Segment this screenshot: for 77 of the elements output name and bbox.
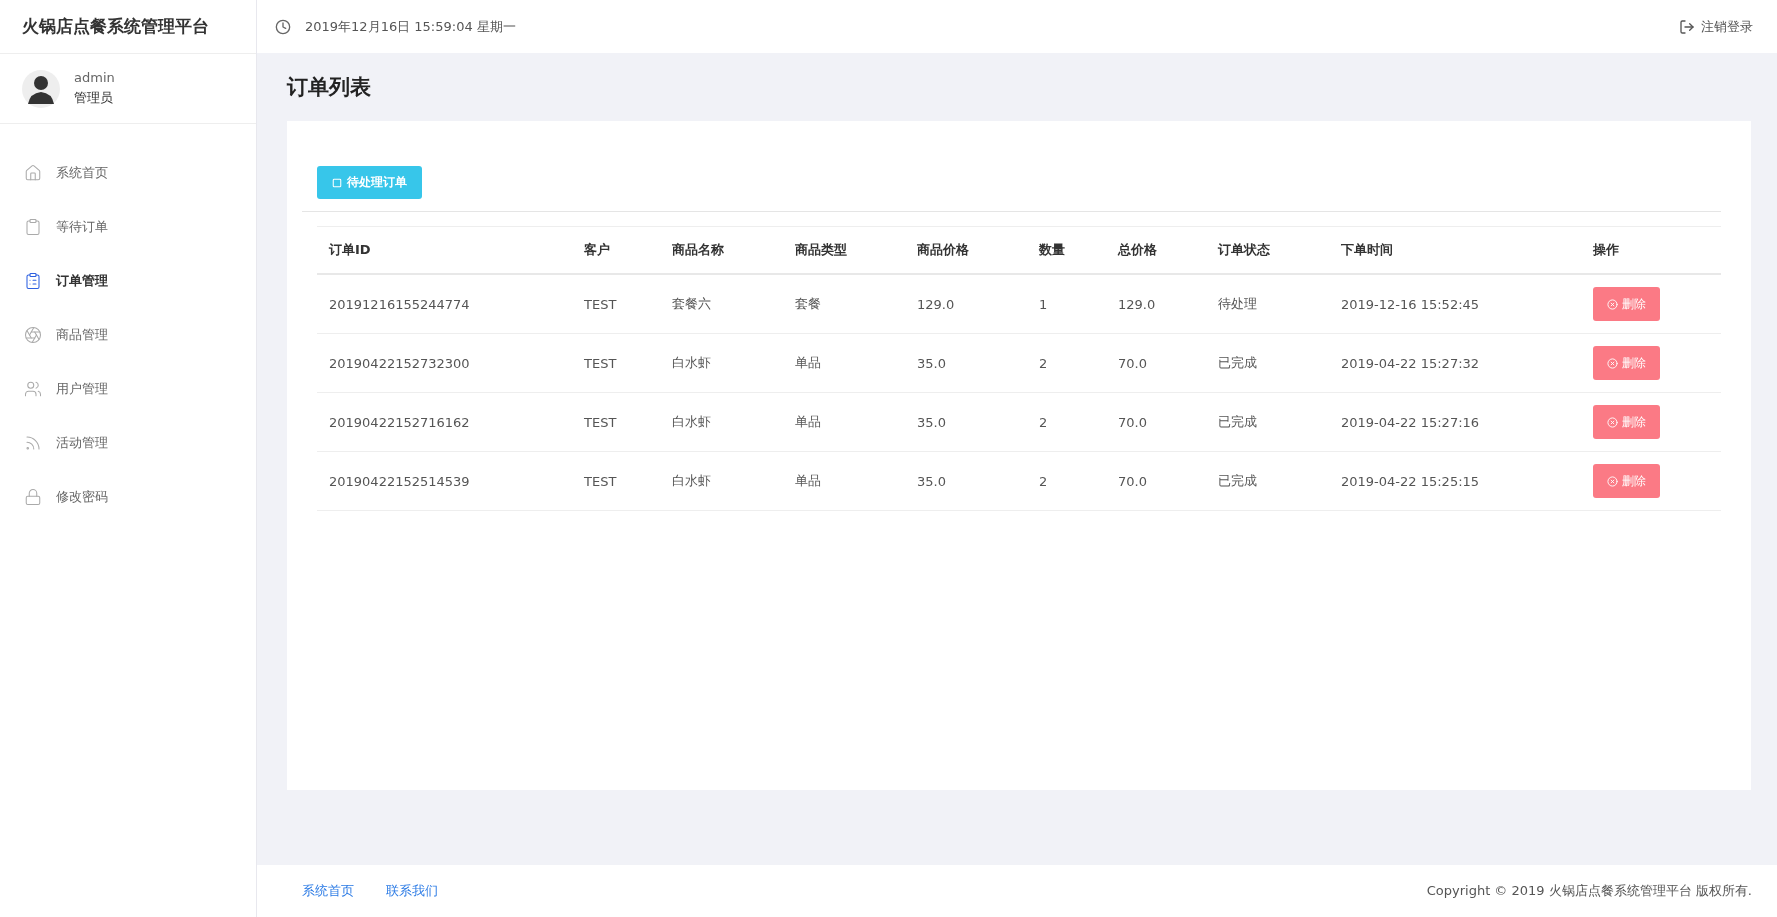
users-icon: [24, 380, 42, 398]
table-cell-text: 70.0: [1117, 414, 1148, 430]
table-cell-text: 2: [1038, 414, 1049, 430]
table-cell-text: 2019-12-16 15:52:45: [1340, 296, 1481, 312]
avatar-icon: [22, 69, 60, 108]
close-circle-icon: [1607, 357, 1618, 369]
page-title: 订单列表: [287, 74, 372, 101]
table-cell-text: 129.0: [1117, 296, 1157, 312]
table-cell-text: 单品: [794, 413, 822, 431]
rss-icon: [24, 434, 42, 452]
table-cell-text: 白水虾: [671, 472, 712, 490]
app-title: 火锅店点餐系统管理平台: [0, 0, 256, 54]
table-cell-text: 20191216155244774: [328, 296, 471, 312]
table-cell-text: 套餐六: [671, 295, 712, 313]
table-cell-text: 70.0: [1117, 355, 1148, 371]
table-cell-text: TEST: [583, 414, 618, 430]
table-cell-text: 2019-04-22 15:27:32: [1340, 355, 1481, 371]
table-cell-text: 白水虾: [671, 413, 712, 431]
table-cell-text: 白水虾: [671, 354, 712, 372]
lock-icon: [24, 488, 42, 506]
column-header: 总价格: [1116, 241, 1158, 259]
user-role: 管理员: [74, 89, 114, 107]
table-cell-text: 20190422152732300: [328, 355, 471, 371]
clipboard-list-icon: [24, 272, 42, 290]
logout-link[interactable]: 注销登录: [1679, 17, 1753, 36]
table-cell-text: 2019-04-22 15:25:15: [1340, 473, 1481, 489]
datetime: 2019年12月16日 15:59:04 星期一: [305, 17, 517, 36]
sidebar-item[interactable]: 活动管理: [0, 416, 256, 470]
sidebar-item[interactable]: 修改密码: [0, 470, 256, 524]
table-cell-text: TEST: [583, 355, 618, 371]
column-header: 下单时间: [1340, 241, 1394, 259]
table-cell-text: 2019-04-22 15:27:16: [1340, 414, 1481, 430]
table-cell-text: 2: [1038, 355, 1049, 371]
table-cell-text: 待处理: [1217, 295, 1258, 313]
close-circle-icon: [1607, 475, 1618, 487]
table-cell-text: TEST: [583, 296, 618, 312]
column-header: 商品名称: [671, 241, 725, 259]
user-name: admin: [74, 70, 115, 85]
column-header: 订单状态: [1217, 241, 1271, 259]
table-cell-text: 单品: [794, 472, 822, 490]
close-circle-icon: [1607, 416, 1618, 428]
clock-icon: [275, 18, 291, 35]
sidebar-item[interactable]: 用户管理: [0, 362, 256, 416]
clipboard-icon: [24, 218, 42, 236]
table-cell-text: 35.0: [916, 473, 947, 489]
table-cell-text: 2: [1038, 473, 1049, 489]
sidebar-item[interactable]: 系统首页: [0, 146, 256, 200]
table-cell-text: 35.0: [916, 355, 947, 371]
column-header: 客户: [583, 241, 611, 259]
column-header: 数量: [1038, 241, 1066, 259]
table-cell-text: 129.0: [916, 296, 956, 312]
table-cell-text: 1: [1038, 296, 1049, 312]
table-cell-text: TEST: [583, 473, 618, 489]
sidebar-item[interactable]: 商品管理: [0, 308, 256, 362]
table-cell-text: 20190422152716162: [328, 414, 471, 430]
table-cell-text: 70.0: [1117, 473, 1148, 489]
aperture-icon: [24, 326, 42, 344]
home-icon: [24, 164, 42, 182]
footer-link[interactable]: 系统首页: [302, 882, 354, 900]
square-icon: [332, 177, 342, 188]
column-header: 商品价格: [916, 241, 970, 259]
copyright: Copyright © 2019 火锅店点餐系统管理平台 版权所有.: [1426, 882, 1752, 900]
table-cell-text: 已完成: [1217, 354, 1258, 372]
close-circle-icon: [1607, 298, 1618, 310]
table-cell-text: 已完成: [1217, 472, 1258, 490]
table-cell-text: 已完成: [1217, 413, 1258, 431]
logout-icon: [1679, 18, 1695, 35]
footer-link[interactable]: 联系我们: [386, 882, 438, 900]
table-cell-text: 20190422152514539: [328, 473, 471, 489]
table-cell-text: 套餐: [794, 295, 822, 313]
sidebar-item[interactable]: 等待订单: [0, 200, 256, 254]
table-cell-text: 单品: [794, 354, 822, 372]
column-header: 订单ID: [328, 241, 372, 259]
sidebar-item[interactable]: 订单管理: [0, 254, 256, 308]
table-cell-text: 35.0: [916, 414, 947, 430]
column-header: 操作: [1592, 241, 1620, 259]
column-header: 商品类型: [794, 241, 848, 259]
